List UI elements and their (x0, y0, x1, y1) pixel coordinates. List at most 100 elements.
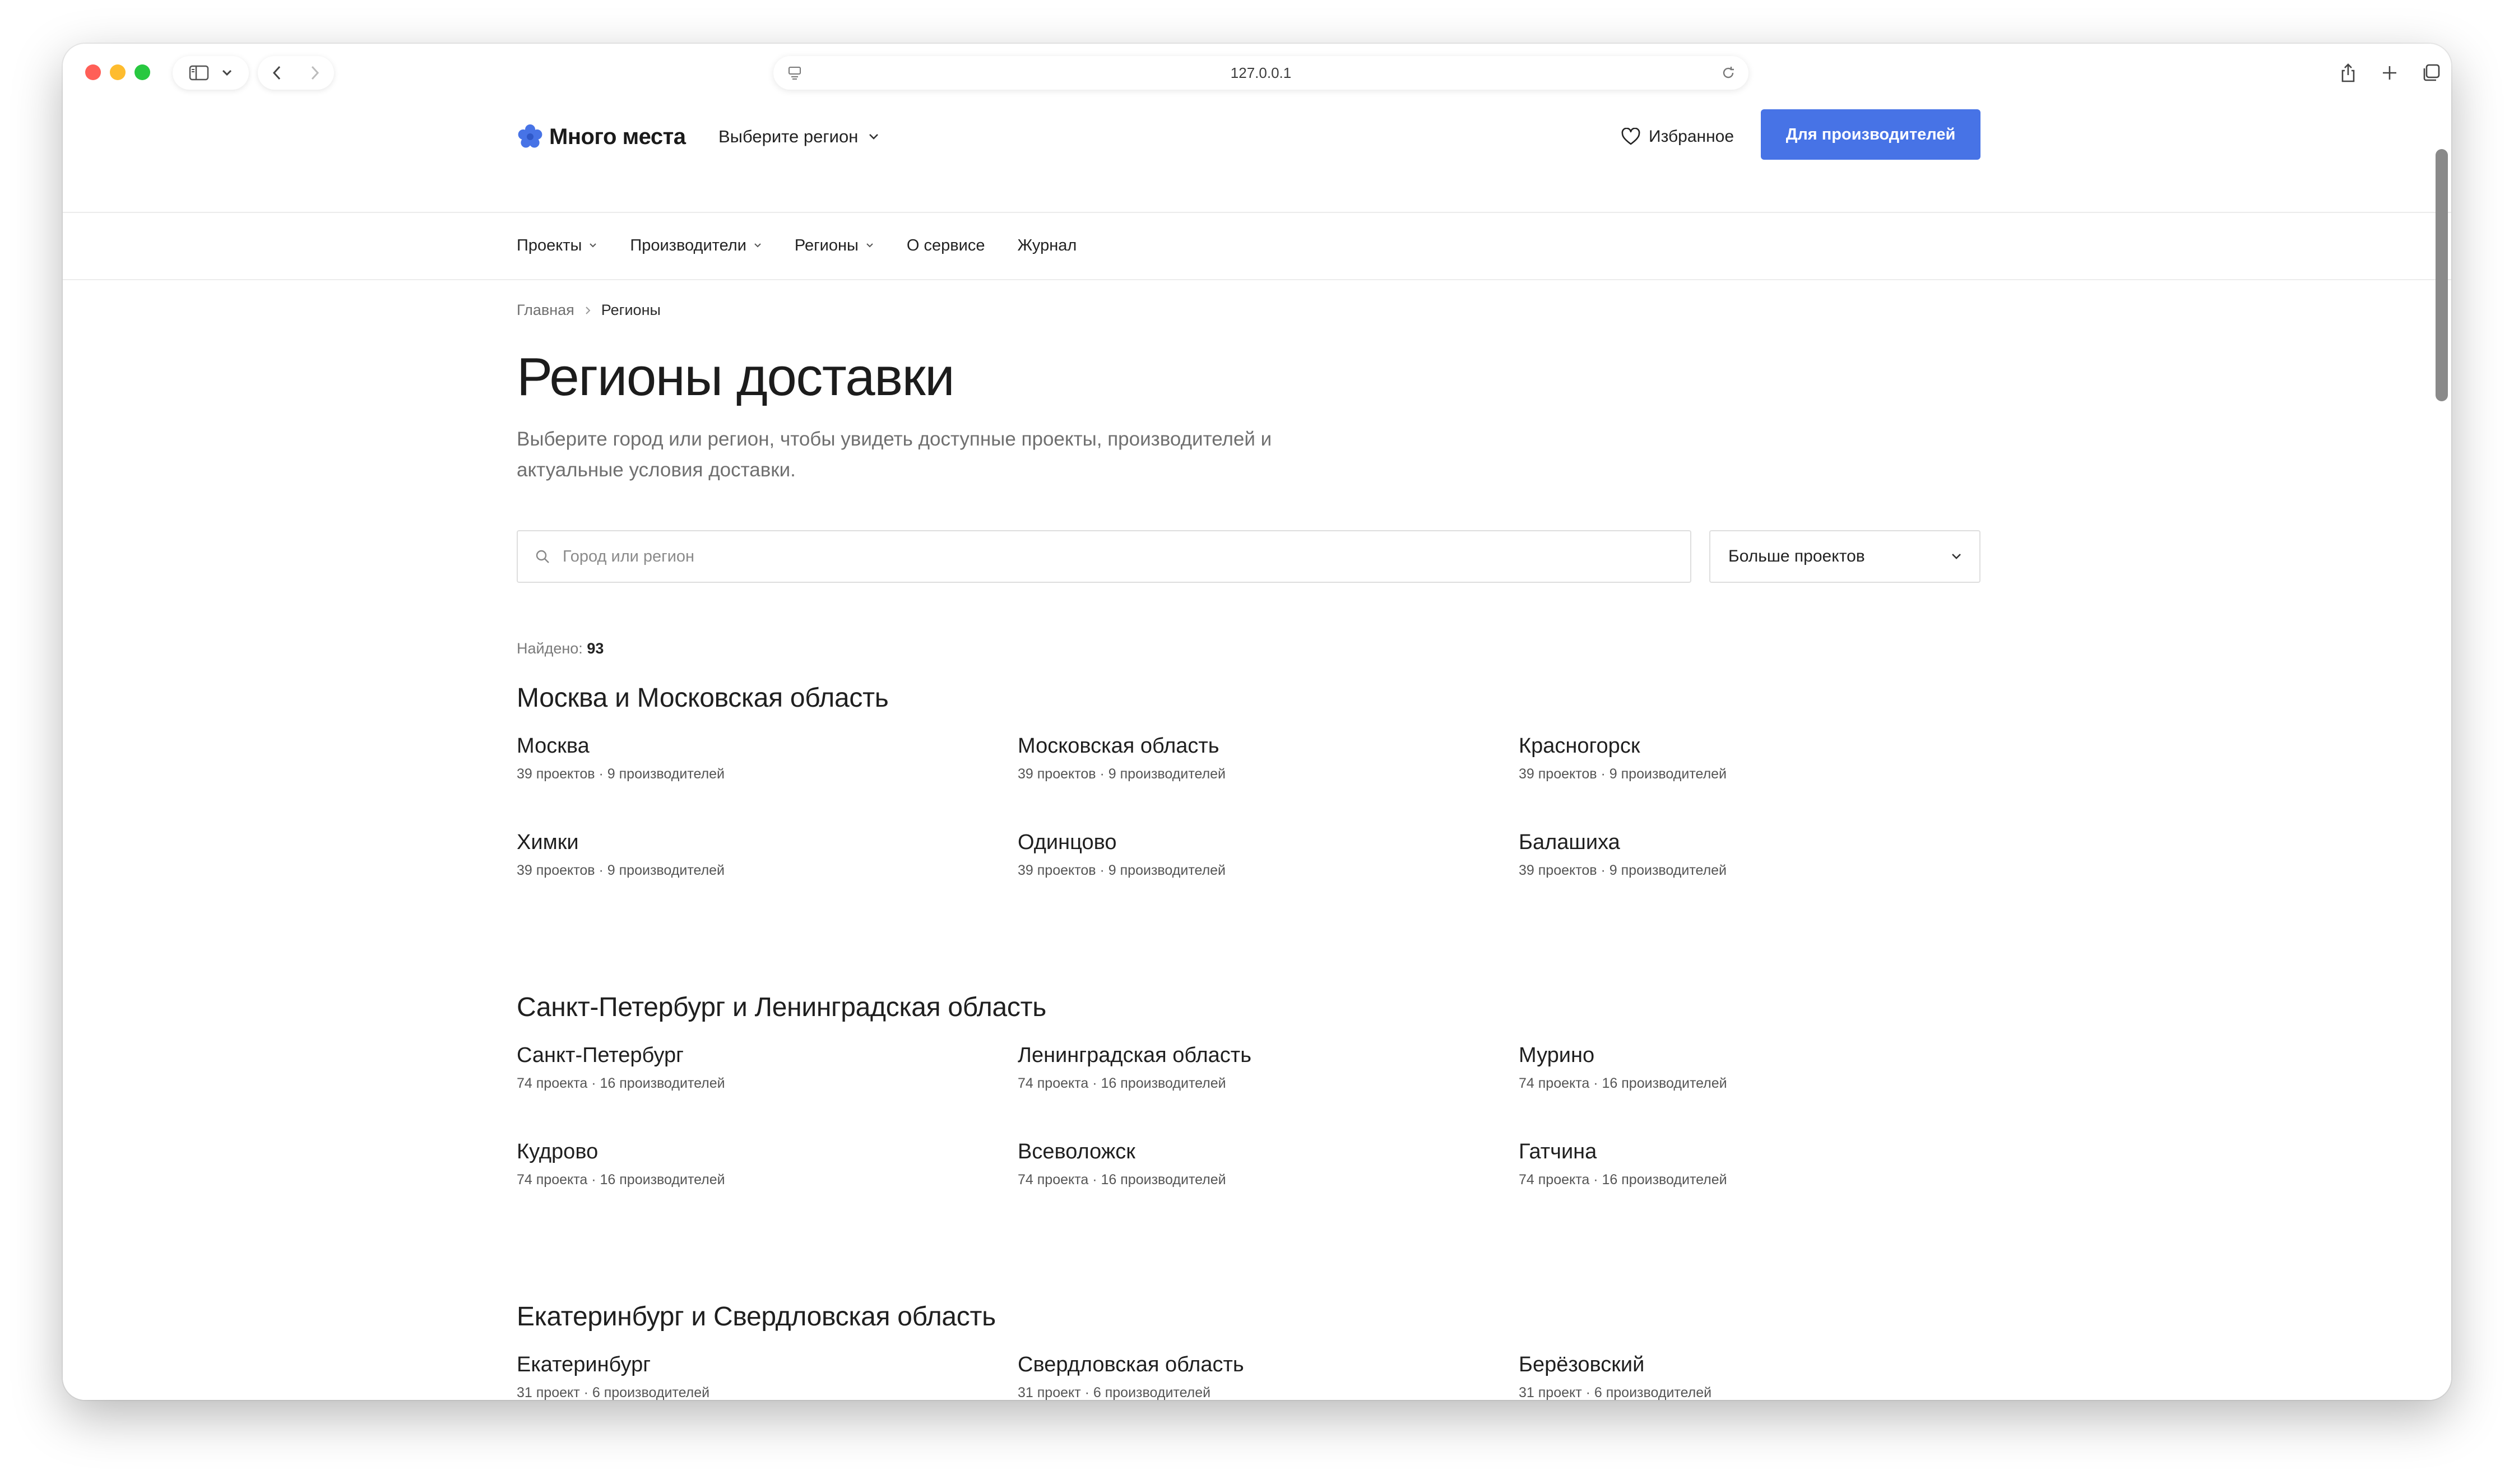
region-select-label: Выберите регион (718, 127, 859, 146)
site-header: Много места Выберите регион Избранное Дл… (63, 100, 2451, 213)
region-group: Санкт-Петербург и Ленинградская область С… (517, 992, 1980, 1188)
region-name: Красногорск (1519, 734, 1640, 758)
region-stats: 31 проект · 6 производителей (517, 1385, 710, 1400)
region-name: Ленинградская область (1018, 1044, 1251, 1067)
region-name: Химки (517, 831, 579, 854)
region-card[interactable]: Балашиха 39 проектов · 9 производителей (1519, 831, 2001, 879)
region-card[interactable]: Красногорск 39 проектов · 9 производителе… (1519, 734, 2001, 782)
nav-item-label: Журнал (1017, 236, 1077, 254)
browser-toolbar: 127.0.0.1 (63, 44, 2451, 100)
url-text: 127.0.0.1 (1230, 64, 1292, 81)
flower-logo-icon (518, 124, 542, 148)
region-name: Одинцово (1018, 831, 1117, 854)
close-window-button[interactable] (85, 64, 101, 80)
chevron-down-icon (222, 69, 232, 76)
region-group-title: Екатеринбург и Свердловская область (517, 1302, 996, 1332)
logo-text: Много места (549, 124, 686, 149)
chevron-down-icon (866, 243, 873, 248)
sort-select[interactable]: Больше проектов (1709, 530, 1980, 583)
chevron-down-icon (754, 243, 761, 248)
region-card[interactable]: Гатчина 74 проекта · 16 производителей (1519, 1140, 2001, 1188)
reload-icon[interactable] (1720, 65, 1736, 81)
region-card[interactable]: Химки 39 проектов · 9 производителей (517, 831, 999, 879)
page-scrollbar[interactable] (2436, 149, 2448, 401)
nav-item[interactable]: О сервисе (907, 236, 985, 255)
region-card[interactable]: Мурино 74 проекта · 16 производителей (1519, 1044, 2001, 1092)
results-count-label: Найдено: (517, 640, 583, 657)
region-name: Всеволожск (1018, 1140, 1135, 1163)
region-stats: 31 проект · 6 производителей (1018, 1385, 1211, 1400)
region-card[interactable]: Москва 39 проектов · 9 производителей (517, 734, 999, 782)
nav-item[interactable]: Журнал (1017, 236, 1077, 255)
logo[interactable]: Много места (517, 119, 686, 155)
new-tab-button[interactable] (2373, 56, 2406, 90)
region-stats: 39 проектов · 9 производителей (1519, 766, 1727, 782)
page-viewport: Много места Выберите регион Избранное Дл… (63, 100, 2451, 1400)
page-description-line-1: Выберите город или регион, чтобы увидеть… (517, 428, 1272, 450)
region-card[interactable]: Свердловская область 31 проект · 6 произв… (1018, 1353, 1500, 1400)
tab-overview-button[interactable] (2414, 56, 2448, 90)
region-name: Московская область (1018, 734, 1219, 758)
search-input[interactable] (562, 546, 1629, 567)
nav-item-label: Регионы (794, 236, 859, 254)
share-button[interactable] (2331, 56, 2365, 90)
chevron-down-icon (869, 134, 879, 140)
region-stats: 39 проектов · 9 производителей (1519, 862, 1727, 878)
minimize-window-button[interactable] (110, 64, 126, 80)
region-name: Екатеринбург (517, 1353, 651, 1376)
back-icon[interactable] (271, 64, 282, 81)
forward-icon[interactable] (309, 64, 321, 81)
browser-window: 127.0.0.1 Много места Выберите регион Из… (63, 44, 2451, 1400)
region-card[interactable]: Московская область 39 проектов · 9 произв… (1018, 734, 1500, 782)
breadcrumb-home-link[interactable]: Главная (517, 302, 574, 319)
sidebar-icon (189, 65, 209, 81)
for-producers-button[interactable]: Для производителей (1761, 109, 1980, 160)
region-card[interactable]: Берёзовский 31 проект · 6 производителей (1519, 1353, 2001, 1400)
region-name: Кудрово (517, 1140, 599, 1163)
region-stats: 74 проекта · 16 производителей (517, 1075, 725, 1091)
nav-item-label: О сервисе (906, 236, 985, 254)
region-select[interactable]: Выберите регион (718, 119, 879, 155)
region-card[interactable]: Ленинградская область 74 проекта · 16 про… (1018, 1044, 1500, 1092)
nav-item[interactable]: Производители (630, 236, 762, 255)
region-name: Свердловская область (1018, 1353, 1244, 1376)
page-description: Выберите город или регион, чтобы увидеть… (517, 424, 1312, 485)
region-group-title: Москва и Московская область (517, 683, 889, 713)
region-card[interactable]: Кудрово 74 проекта · 16 производителей (517, 1140, 999, 1188)
main-nav: Проекты Производители Регионы О сервисе Журн… (517, 212, 1109, 279)
region-search (517, 530, 1691, 583)
chevron-down-icon (1952, 554, 1961, 559)
region-stats: 39 проектов · 9 производителей (517, 766, 725, 782)
region-stats: 39 проектов · 9 производителей (1018, 862, 1226, 878)
region-stats: 31 проект · 6 производителей (1519, 1385, 1712, 1400)
breadcrumb-current: Регионы (601, 302, 661, 318)
address-bar[interactable]: 127.0.0.1 (773, 56, 1748, 90)
nav-item[interactable]: Регионы (795, 236, 874, 255)
sort-select-value: Больше проектов (1728, 547, 1865, 565)
tabs-icon (2423, 64, 2440, 81)
region-stats: 74 проекта · 16 производителей (1018, 1075, 1226, 1091)
region-card[interactable]: Екатеринбург 31 проект · 6 производителей (517, 1353, 999, 1400)
main-nav-bar (63, 212, 2451, 280)
region-stats: 39 проектов · 9 производителей (1018, 766, 1226, 782)
region-group-title: Санкт-Петербург и Ленинградская область (517, 993, 1046, 1022)
region-name: Москва (517, 734, 590, 758)
region-name: Гатчина (1519, 1140, 1597, 1163)
region-group: Москва и Московская область Москва 39 прое… (517, 683, 1980, 878)
region-card[interactable]: Всеволожск 74 проекта · 16 производителей (1018, 1140, 1500, 1188)
history-nav (258, 56, 334, 90)
plus-icon (2383, 66, 2396, 80)
nav-item-label: Производители (630, 236, 746, 254)
page-title: Регионы доставки (517, 347, 955, 407)
region-card[interactable]: Одинцово 39 проектов · 9 производителей (1018, 831, 1500, 879)
zoom-window-button[interactable] (134, 64, 150, 80)
nav-item[interactable]: Проекты (517, 236, 597, 255)
sidebar-toggle-button[interactable] (173, 56, 249, 90)
region-card[interactable]: Санкт-Петербург 74 проекта · 16 производи… (517, 1044, 999, 1092)
region-stats: 74 проекта · 16 производителей (517, 1172, 725, 1188)
chevron-down-icon (590, 243, 597, 248)
region-stats: 74 проекта · 16 производителей (1519, 1172, 1727, 1188)
breadcrumb: Главная Регионы (517, 302, 661, 319)
region-name: Берёзовский (1519, 1353, 1645, 1376)
favorites-link[interactable]: Избранное (1621, 119, 1734, 155)
